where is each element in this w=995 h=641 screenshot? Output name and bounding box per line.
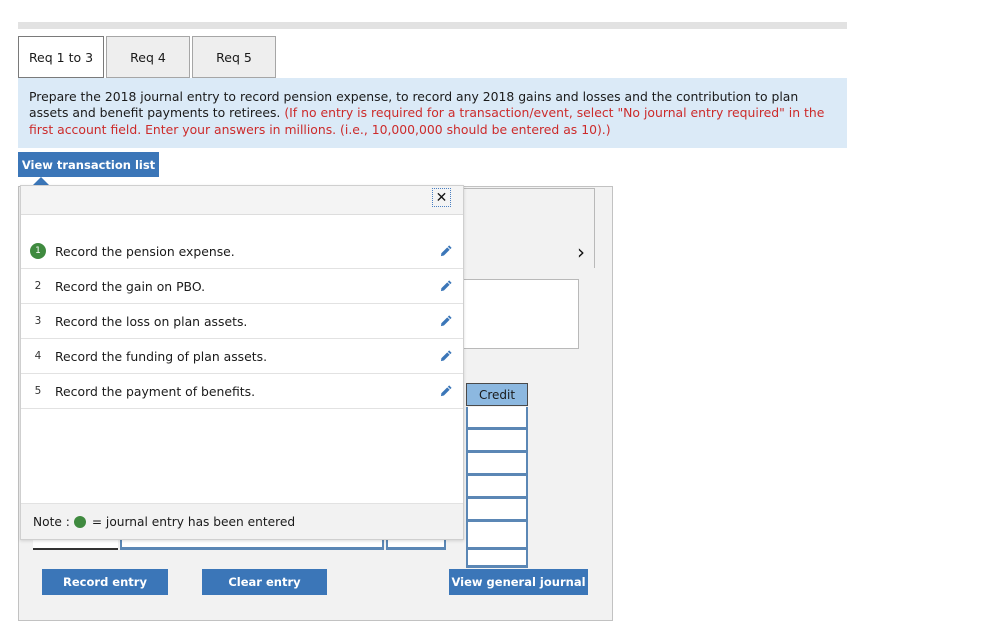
credit-column-header: Credit — [466, 383, 528, 406]
entered-badge-icon: 1 — [30, 243, 46, 259]
transaction-description: Record the pension expense. — [55, 243, 235, 259]
clear-entry-label: Clear entry — [228, 575, 301, 589]
record-entry-button[interactable]: Record entry — [42, 569, 168, 595]
transaction-row[interactable]: 3 Record the loss on plan assets. — [21, 304, 463, 339]
popup-header: ✕ — [21, 186, 463, 215]
entered-indicator-icon — [73, 515, 86, 528]
chevron-right-icon[interactable]: › — [570, 240, 592, 264]
note-prefix-label: Note : — [33, 514, 70, 529]
transaction-number: 3 — [34, 315, 42, 327]
credit-amount-input[interactable] — [466, 430, 528, 453]
legend-note: Note : = journal entry has been entered — [21, 503, 463, 539]
clear-entry-button[interactable]: Clear entry — [202, 569, 327, 595]
transaction-row[interactable]: 2 Record the gain on PBO. — [21, 269, 463, 304]
tab-label: Req 1 to 3 — [28, 49, 94, 65]
record-entry-label: Record entry — [63, 575, 147, 589]
horizontal-scroll-strip[interactable] — [18, 22, 847, 29]
transaction-number: 5 — [34, 385, 42, 397]
transaction-row[interactable]: 4 Record the funding of plan assets. — [21, 339, 463, 374]
credit-header-label: Credit — [478, 387, 516, 402]
transaction-number: 1 — [21, 243, 55, 259]
transaction-list-popup: ✕ 1 Record the pension expense. 2 Record th… — [20, 185, 464, 540]
credit-amount-input[interactable] — [466, 499, 528, 522]
popup-pointer-arrow — [33, 177, 49, 185]
transaction-description: Record the payment of benefits. — [55, 383, 256, 399]
app-root: Req 1 to 3 Req 4 Req 5 Prepare the 2018 … — [0, 0, 995, 641]
tab-req-4[interactable]: Req 4 — [106, 36, 190, 78]
transaction-description: Record the gain on PBO. — [55, 278, 206, 294]
transaction-row[interactable]: 5 Record the payment of benefits. — [21, 374, 463, 409]
transaction-row[interactable]: 1 Record the pension expense. — [21, 234, 463, 269]
pencil-edit-icon[interactable] — [429, 384, 463, 398]
view-general-journal-button[interactable]: View general journal — [449, 569, 588, 595]
credit-amount-input[interactable] — [466, 476, 528, 499]
note-text-label: = journal entry has been entered — [91, 514, 296, 529]
totals-segment — [466, 538, 528, 550]
transaction-description: Record the loss on plan assets. — [55, 313, 248, 329]
pencil-edit-icon[interactable] — [429, 314, 463, 328]
close-icon[interactable]: ✕ — [432, 188, 451, 207]
transaction-list: 1 Record the pension expense. 2 Record the … — [21, 215, 463, 409]
instruction-panel: Prepare the 2018 journal entry to record… — [18, 78, 847, 149]
credit-amount-input[interactable] — [466, 453, 528, 476]
view-transaction-list-button[interactable]: View transaction list — [18, 152, 159, 177]
pencil-edit-icon[interactable] — [429, 279, 463, 293]
tab-label: Req 5 — [216, 49, 252, 65]
transaction-number: 2 — [34, 280, 42, 292]
view-general-journal-label: View general journal — [451, 575, 586, 589]
tab-req-5[interactable]: Req 5 — [192, 36, 276, 78]
credit-amount-input[interactable] — [466, 407, 528, 430]
transaction-number: 4 — [34, 350, 42, 362]
pencil-edit-icon[interactable] — [429, 349, 463, 363]
tab-label: Req 4 — [130, 49, 166, 65]
transaction-description: Record the funding of plan assets. — [55, 348, 268, 364]
pencil-edit-icon[interactable] — [429, 244, 463, 258]
view-transaction-list-label: View transaction list — [21, 157, 156, 172]
tab-req-1-to-3[interactable]: Req 1 to 3 — [18, 36, 104, 78]
